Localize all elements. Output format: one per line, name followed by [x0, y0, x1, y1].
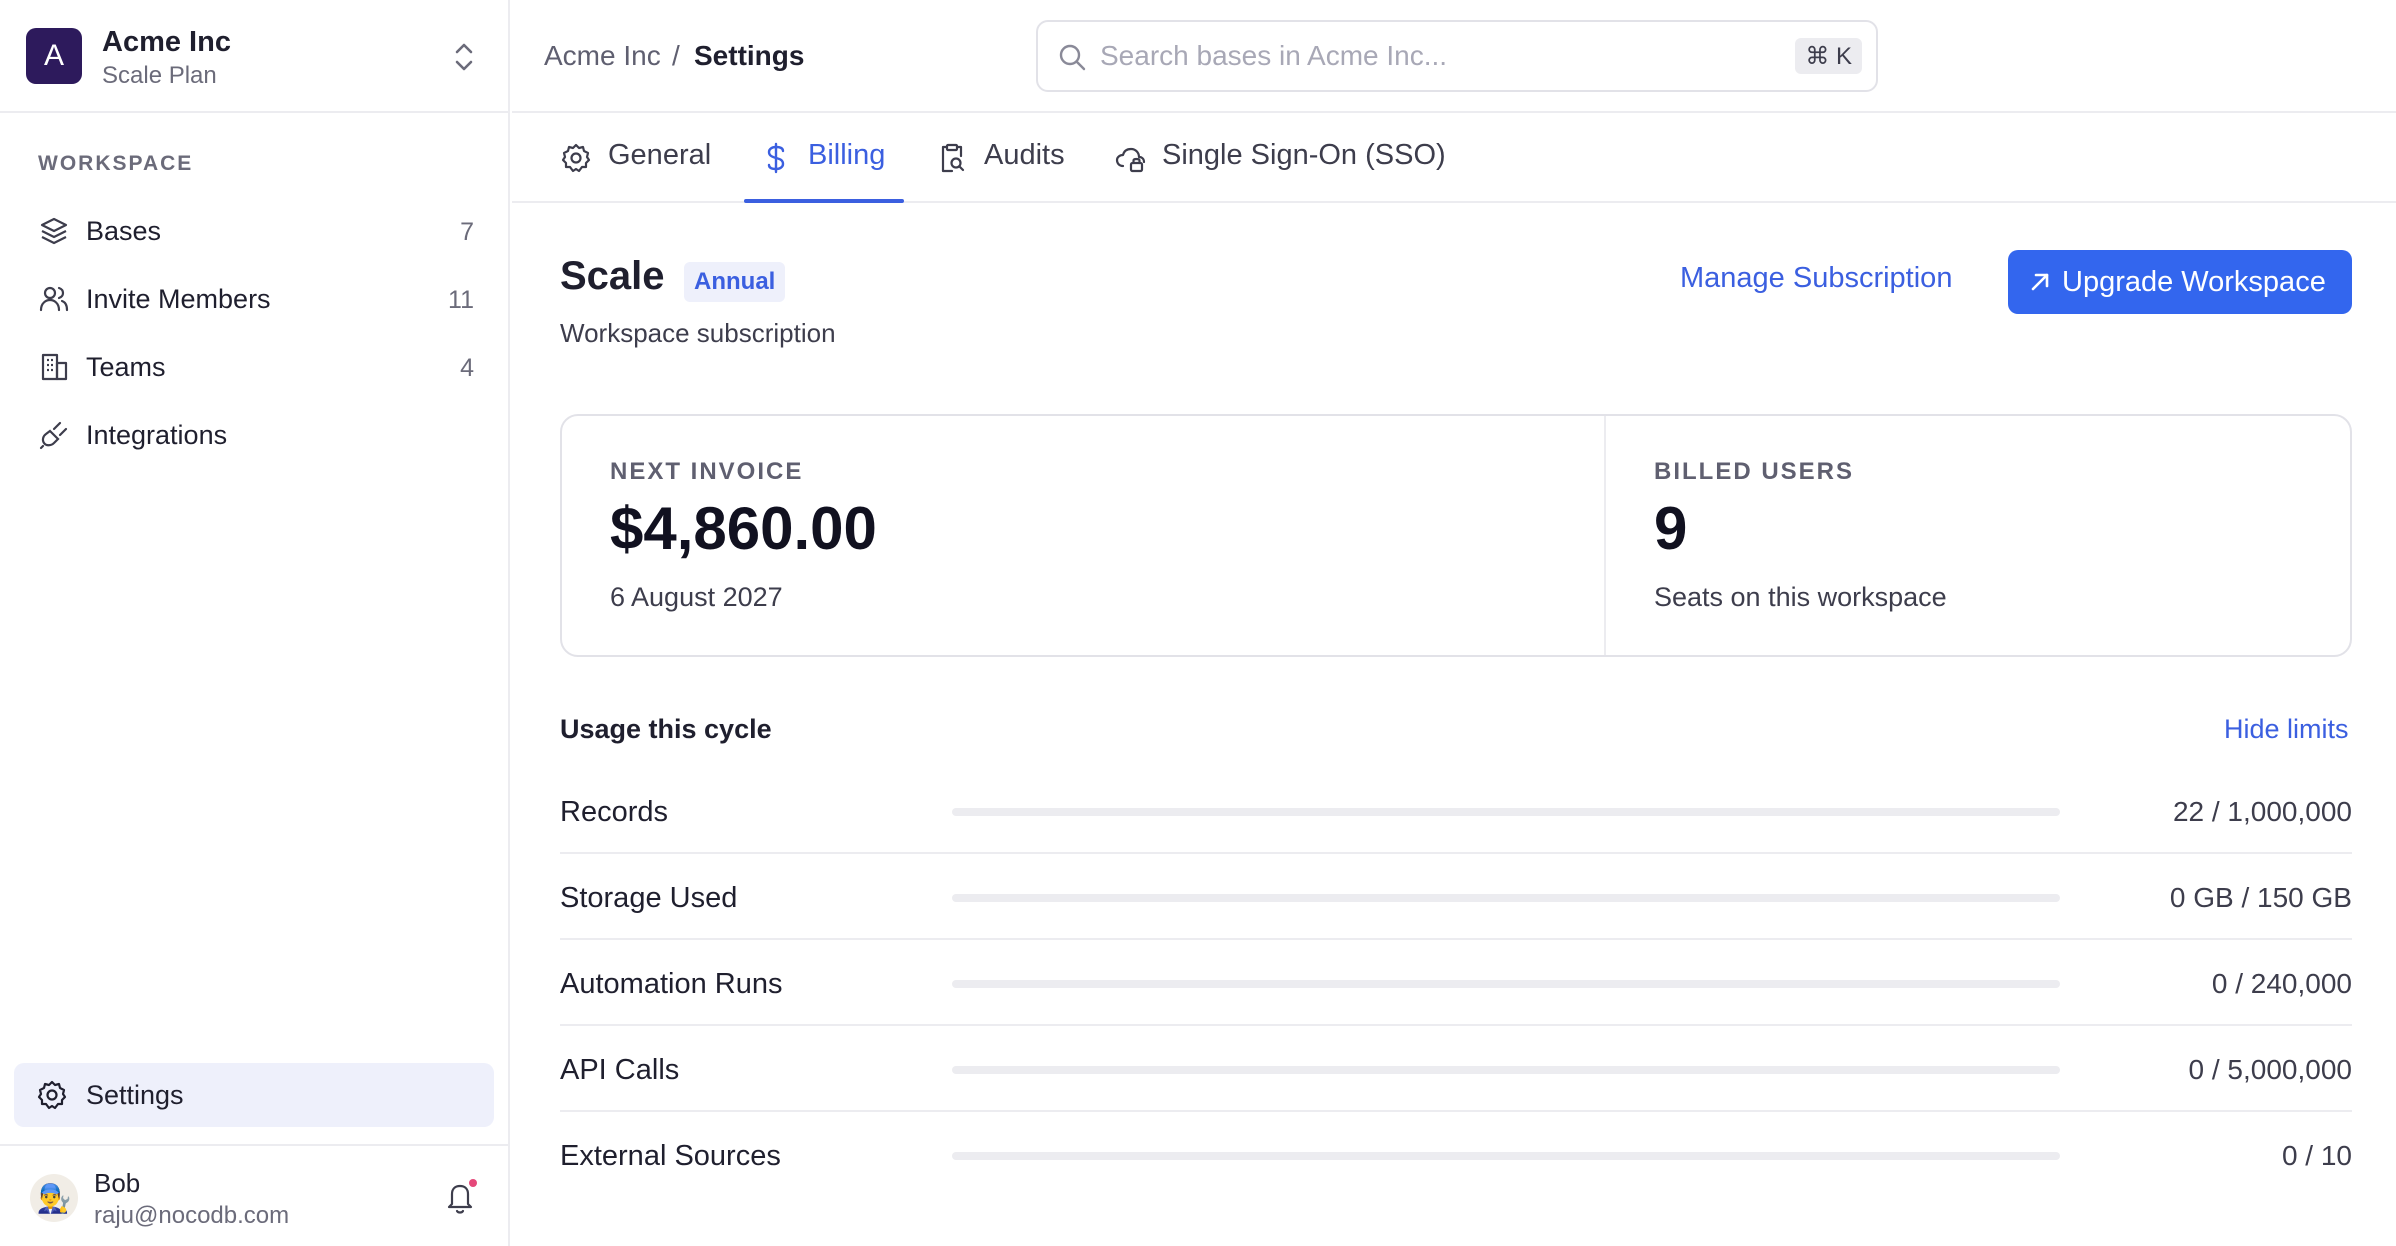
sidebar-item-label: Bases — [86, 216, 162, 246]
plan-subtitle: Workspace subscription — [560, 318, 836, 348]
gear-icon — [37, 1080, 67, 1110]
usage-value: 0 GB / 150 GB — [2169, 882, 2352, 913]
usage-progress-bar — [952, 1066, 2060, 1074]
usage-row-automation-runs: Automation Runs 0 / 240,000 — [560, 940, 2352, 1026]
tab-label: Single Sign-On (SSO) — [1162, 139, 1446, 171]
next-invoice-date: 6 August 2027 — [610, 582, 783, 612]
breadcrumb-separator: / — [672, 40, 680, 71]
arrow-up-right-icon — [2031, 273, 2049, 291]
usage-progress-bar — [952, 1152, 2060, 1160]
sidebar-item-count: 11 — [448, 286, 474, 314]
sidebar-item-label: Teams — [86, 352, 166, 382]
gear-icon — [561, 143, 591, 173]
next-invoice-label: NEXT INVOICE — [610, 458, 804, 485]
hide-limits-button[interactable]: Hide limits — [2224, 714, 2349, 745]
upgrade-workspace-button[interactable]: Upgrade Workspace — [2008, 250, 2352, 314]
upgrade-button-label: Upgrade Workspace — [2062, 266, 2326, 298]
workspace-plan: Scale Plan — [102, 62, 217, 89]
billed-users-subtitle: Seats on this workspace — [1654, 582, 1947, 612]
usage-value: 0 / 5,000,000 — [2188, 1054, 2352, 1085]
usage-progress-bar — [952, 894, 2060, 902]
dollar-icon — [767, 142, 785, 174]
search-icon — [1059, 44, 1086, 71]
billing-summary-card: NEXT INVOICE $4,860.00 6 August 2027 BIL… — [560, 414, 2352, 657]
top-bar: Acme Inc / Settings ⌘ K — [512, 0, 2396, 113]
billing-cycle-badge: Annual — [684, 262, 786, 302]
sidebar-item-bases[interactable]: Bases 7 — [14, 200, 496, 262]
breadcrumb-parent[interactable]: Acme Inc — [544, 40, 661, 72]
sidebar-item-integrations[interactable]: Integrations — [14, 404, 496, 466]
settings-tabs: General Billing Audits Single Sign-On (S… — [512, 115, 2396, 203]
search-shortcut: ⌘ K — [1795, 38, 1862, 74]
user-email: raju@nocodb.com — [94, 1202, 290, 1229]
next-invoice-amount: $4,860.00 — [610, 495, 877, 562]
user-avatar: 👨‍🔧 — [30, 1174, 78, 1222]
tab-label: General — [608, 139, 712, 171]
plan-title: Scale — [560, 254, 665, 298]
usage-row-storage: Storage Used 0 GB / 150 GB — [560, 854, 2352, 940]
usage-name: API Calls — [560, 1054, 680, 1086]
usage-name: Automation Runs — [560, 968, 783, 1000]
workspace-avatar: A — [26, 28, 82, 84]
user-profile[interactable]: 👨‍🔧 Bob raju@nocodb.com — [0, 1144, 510, 1246]
tab-label: Billing — [808, 139, 886, 171]
building-icon — [41, 353, 68, 381]
breadcrumb-current: Settings — [694, 40, 805, 71]
usage-progress-bar — [952, 980, 2060, 988]
sidebar-item-invite-members[interactable]: Invite Members 11 — [14, 268, 496, 330]
workspace-name: Acme Inc — [102, 26, 231, 58]
usage-value: 0 / 240,000 — [2211, 968, 2352, 999]
billed-users-label: BILLED USERS — [1654, 458, 1855, 485]
usage-name: Storage Used — [560, 882, 738, 914]
bell-icon[interactable] — [444, 1178, 478, 1216]
search-box[interactable]: ⌘ K — [1036, 20, 1878, 92]
billed-users-count: 9 — [1654, 495, 1688, 562]
usage-section-title: Usage this cycle — [560, 714, 772, 744]
usage-row-records: Records 22 / 1,000,000 — [560, 768, 2352, 854]
settings-label: Settings — [86, 1080, 184, 1110]
usage-value: 22 / 1,000,000 — [2172, 796, 2352, 827]
usage-row-api-calls: API Calls 0 / 5,000,000 — [560, 1026, 2352, 1112]
chevron-up-down-icon[interactable] — [450, 40, 478, 74]
sidebar-item-teams[interactable]: Teams 4 — [14, 336, 496, 398]
cloud-lock-icon — [1115, 147, 1146, 173]
sidebar-item-count: 7 — [460, 218, 474, 246]
usage-value: 0 / 10 — [2281, 1140, 2352, 1171]
sidebar-item-label: Integrations — [86, 420, 228, 450]
sidebar-item-label: Invite Members — [86, 284, 271, 314]
users-icon — [39, 286, 69, 312]
manage-subscription-button[interactable]: Manage Subscription — [1680, 262, 1952, 295]
search-input[interactable] — [1100, 36, 1740, 76]
usage-progress-bar — [952, 808, 2060, 816]
sidebar-item-settings[interactable]: Settings — [14, 1063, 494, 1127]
workspace-switcher[interactable]: A Acme Inc Scale Plan — [0, 0, 510, 113]
clipboard-search-icon — [941, 143, 965, 173]
active-tab-indicator — [744, 199, 904, 203]
tab-label: Audits — [984, 139, 1065, 171]
layers-icon — [40, 217, 68, 245]
usage-row-external-sources: External Sources 0 / 10 — [560, 1112, 2352, 1198]
user-name: Bob — [94, 1168, 141, 1198]
usage-name: Records — [560, 796, 668, 828]
workspace-section-label: WORKSPACE — [38, 152, 194, 175]
sidebar-item-count: 4 — [460, 354, 474, 382]
plug-icon — [39, 421, 68, 450]
card-divider — [1604, 416, 1606, 655]
usage-name: External Sources — [560, 1140, 781, 1172]
sidebar: A Acme Inc Scale Plan WORKSPACE Bases 7 … — [0, 0, 510, 1246]
